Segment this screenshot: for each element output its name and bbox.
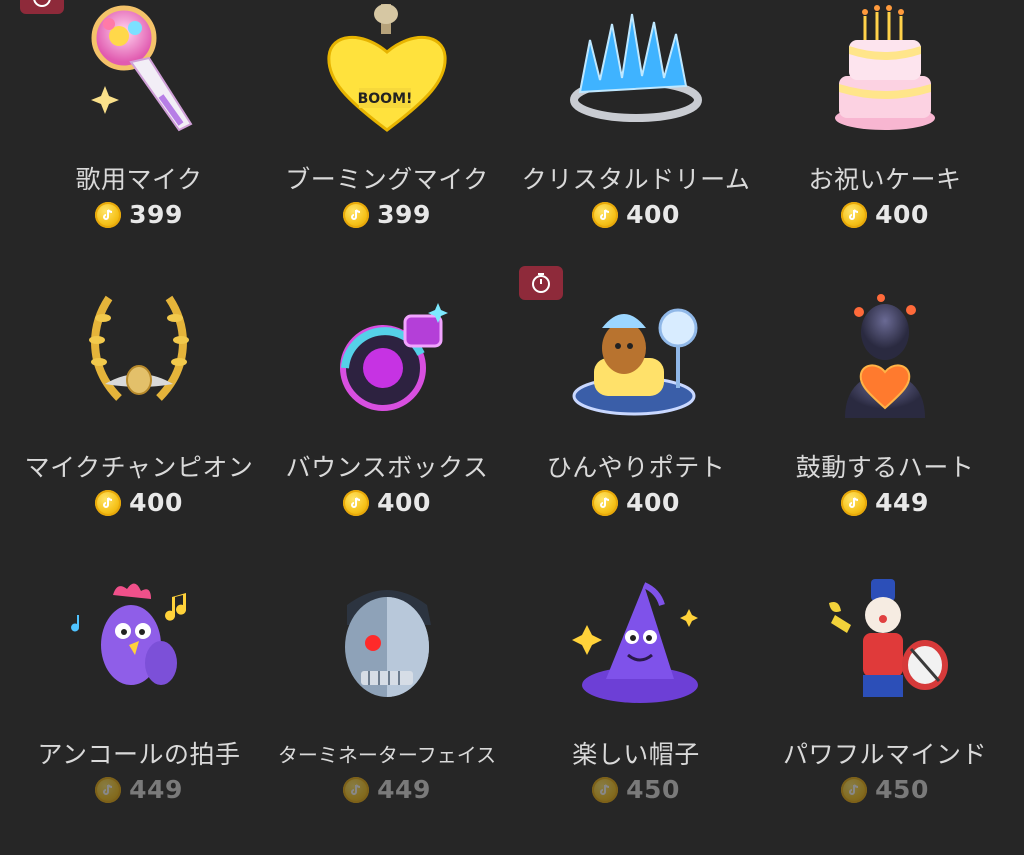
encore-clap-icon (71, 583, 187, 685)
gift-name: パワフルマインド (782, 740, 987, 769)
gift-item[interactable]: バウンスボックス 400 (262, 288, 512, 568)
gift-name: ひんやりポテト (546, 453, 726, 482)
gift-grid: 歌用マイク 399 BOOM! ブーミングマイク 399 クリスタルドリーム 4… (0, 0, 1024, 815)
coin-icon (841, 489, 868, 516)
coin-icon (841, 776, 868, 803)
gift-item[interactable]: 歌用マイク 399 (14, 0, 264, 280)
coin-icon (343, 201, 370, 228)
booming-microphone-icon: BOOM! (327, 4, 447, 132)
gift-item[interactable]: ひんやりポテト 400 (511, 288, 761, 568)
gift-name: ターミネーターフェイス (277, 743, 497, 767)
price-value: 449 (377, 775, 431, 804)
coin-icon (592, 489, 619, 516)
price-value: 400 (377, 488, 431, 517)
gift-price: 399 (262, 200, 512, 229)
gift-item[interactable]: BOOM! ブーミングマイク 399 (262, 0, 512, 280)
price-value: 450 (875, 775, 929, 804)
gift-name: お祝いケーキ (808, 165, 962, 194)
crystal-crown-icon (570, 13, 702, 122)
gift-price: 400 (14, 488, 264, 517)
price-value: 449 (129, 775, 183, 804)
price-value: 449 (875, 488, 929, 517)
chilly-potato-icon (572, 308, 698, 416)
price-value: 399 (377, 200, 431, 229)
gift-item[interactable]: クリスタルドリーム 400 (511, 0, 761, 280)
gift-item[interactable]: マイクチャンピオン 400 (14, 288, 264, 568)
wizard-hat-icon (572, 582, 698, 703)
gift-price: 400 (511, 488, 761, 517)
coin-icon (95, 489, 122, 516)
gift-price: 400 (262, 488, 512, 517)
gift-price: 450 (511, 775, 761, 804)
gift-name: ブーミングマイク (285, 165, 489, 194)
gift-item[interactable]: 楽しい帽子 450 (511, 575, 761, 855)
coin-icon (95, 776, 122, 803)
gift-name: アンコールの拍手 (37, 740, 241, 769)
beating-heart-icon (845, 294, 925, 418)
price-value: 400 (626, 200, 680, 229)
gift-name: バウンスボックス (285, 453, 489, 482)
coin-icon (592, 201, 619, 228)
price-value: 450 (626, 775, 680, 804)
coin-icon (95, 201, 122, 228)
price-value: 399 (129, 200, 183, 229)
svg-text:BOOM!: BOOM! (358, 91, 413, 107)
gift-name: 楽しい帽子 (572, 740, 700, 769)
gift-price: 399 (14, 200, 264, 229)
gift-item[interactable]: お祝いケーキ 400 (760, 0, 1010, 280)
coin-icon (841, 201, 868, 228)
price-value: 400 (875, 200, 929, 229)
gift-price: 400 (760, 200, 1010, 229)
price-value: 400 (626, 488, 680, 517)
gift-price: 400 (511, 200, 761, 229)
gift-name: 鼓動するハート (795, 453, 975, 482)
celebration-cake-icon (835, 5, 935, 130)
gift-name: マイクチャンピオン (24, 453, 254, 482)
singing-microphone-icon (91, 5, 193, 132)
gift-item[interactable]: パワフルマインド 450 (760, 575, 1010, 855)
gift-item[interactable]: アンコールの拍手 449 (14, 575, 264, 855)
gift-price: 449 (14, 775, 264, 804)
gift-price: 449 (262, 775, 512, 804)
coin-icon (592, 776, 619, 803)
coin-icon (343, 489, 370, 516)
microphone-champion-icon (89, 295, 189, 401)
gift-price: 450 (760, 775, 1010, 804)
price-value: 400 (129, 488, 183, 517)
powerful-mind-icon (829, 579, 948, 697)
bounce-box-icon (340, 303, 448, 411)
terminator-face-icon (345, 590, 431, 697)
gift-name: 歌用マイク (75, 165, 203, 194)
gift-item[interactable]: 鼓動するハート 449 (760, 288, 1010, 568)
gift-name: クリスタルドリーム (521, 165, 751, 194)
gift-item[interactable]: ターミネーターフェイス 449 (262, 575, 512, 855)
gift-price: 449 (760, 488, 1010, 517)
coin-icon (343, 776, 370, 803)
